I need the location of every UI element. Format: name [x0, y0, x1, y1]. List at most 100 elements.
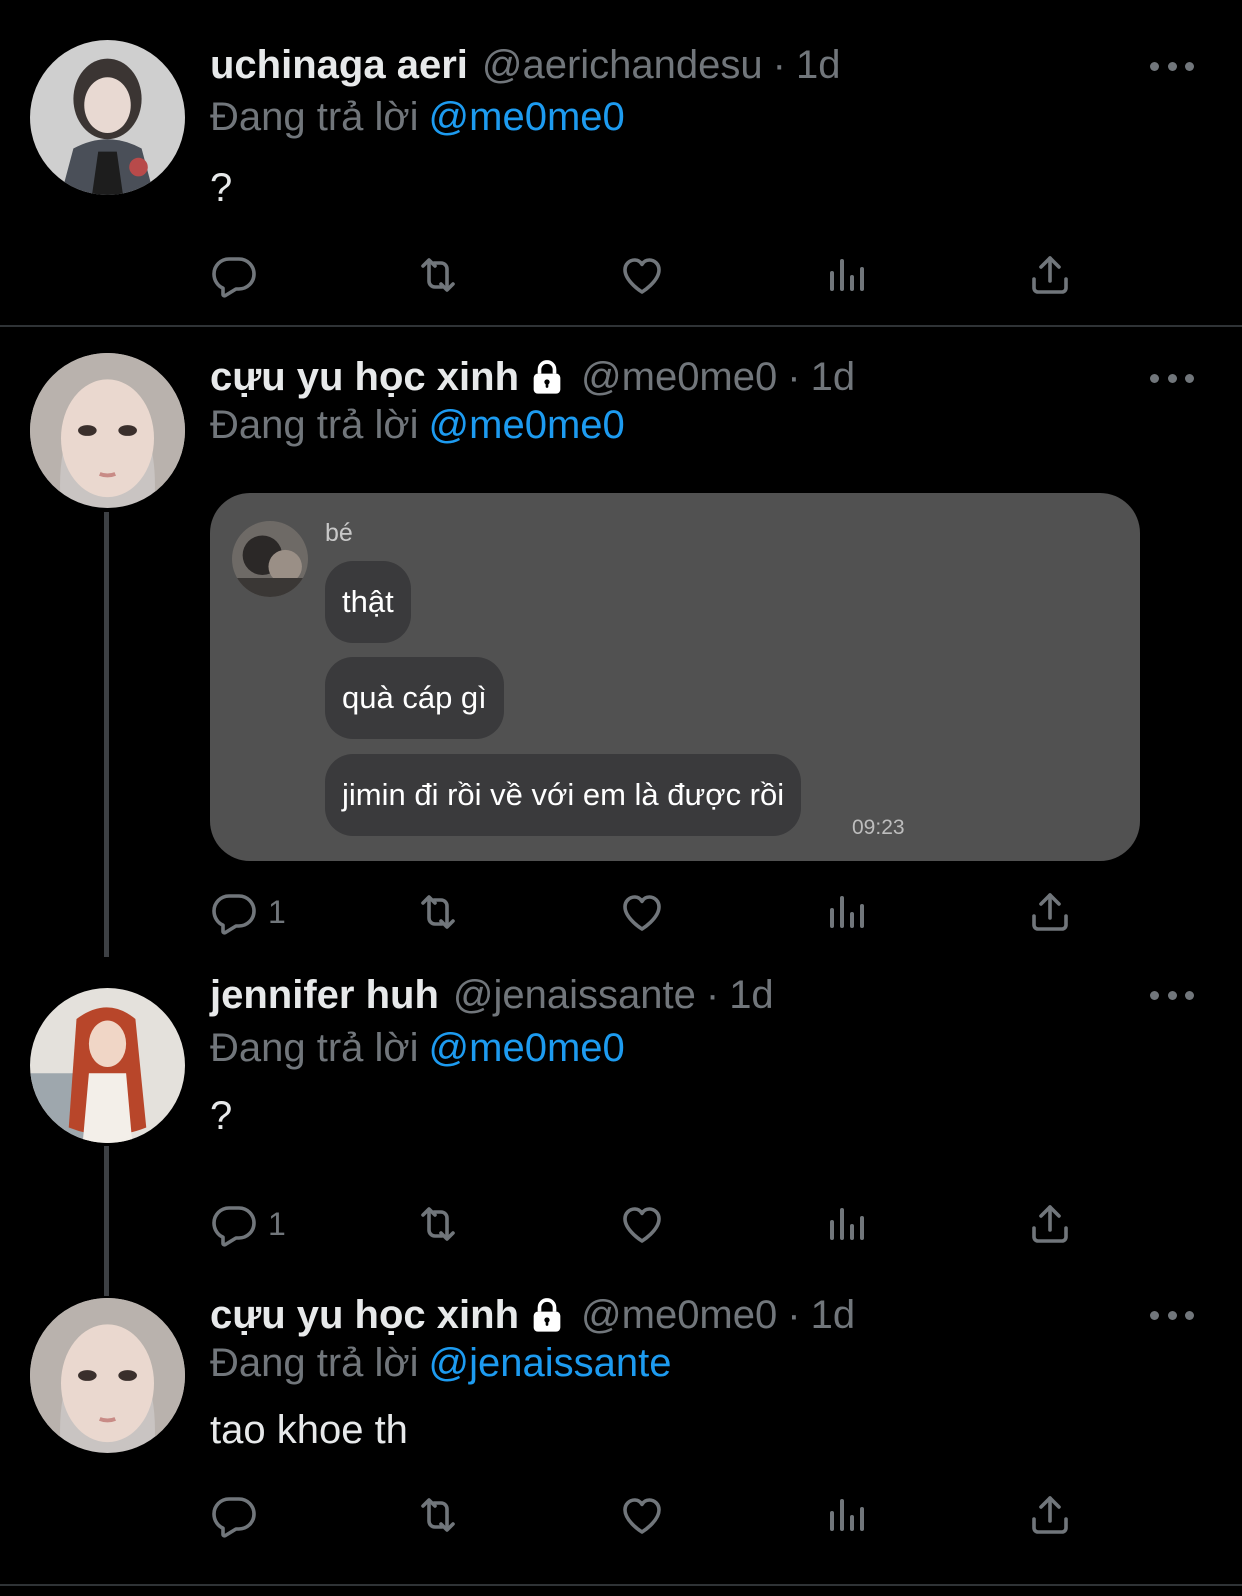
retweet-button[interactable]: [414, 1488, 462, 1542]
reply-context: Đang trả lời @me0me0: [210, 1023, 625, 1073]
analytics-icon: [822, 251, 870, 299]
media-image[interactable]: bé thật quà cáp gì jimin đi rồi về với e…: [210, 493, 1140, 861]
retweet-button[interactable]: [414, 248, 462, 302]
username[interactable]: @aerichandesu: [482, 40, 763, 90]
retweet-icon: [414, 888, 462, 936]
tweet[interactable]: uchinaga aeri @aerichandesu · 1d Đang tr…: [0, 0, 1242, 326]
reply-context: Đang trả lời @me0me0: [210, 400, 625, 450]
avatar[interactable]: [30, 353, 185, 508]
reply-context: Đang trả lời @jenaissante: [210, 1338, 672, 1388]
tweet-text: ?: [210, 166, 233, 210]
retweet-icon: [414, 251, 462, 299]
share-button[interactable]: [1026, 885, 1074, 939]
chat-timestamp: 09:23: [852, 816, 905, 839]
reply-icon: [210, 251, 258, 299]
action-bar: 1: [210, 885, 1090, 939]
timestamp[interactable]: 1d: [811, 352, 856, 402]
action-bar: [210, 248, 1090, 302]
analytics-icon: [822, 888, 870, 936]
views-button[interactable]: [822, 248, 870, 302]
thread-line: [104, 512, 109, 957]
avatar[interactable]: [30, 1298, 185, 1453]
share-icon: [1026, 1200, 1074, 1248]
chat-bubble: jimin đi rồi về với em là được rồi: [325, 754, 802, 836]
avatar[interactable]: [30, 988, 185, 1143]
display-name[interactable]: cựu yu học xinh: [210, 1290, 519, 1340]
separator-dot: ·: [772, 43, 786, 87]
heart-icon: [618, 1200, 666, 1248]
display-name[interactable]: jennifer huh: [210, 970, 439, 1020]
reply-icon: [210, 888, 258, 936]
avatar[interactable]: [30, 40, 185, 195]
share-icon: [1026, 888, 1074, 936]
lock-icon: [527, 357, 567, 397]
share-button[interactable]: [1026, 248, 1074, 302]
mention-link[interactable]: @me0me0: [429, 1026, 625, 1070]
divider: [0, 325, 1242, 327]
heart-icon: [618, 1491, 666, 1539]
separator-dot: ·: [787, 1293, 801, 1337]
reply-button[interactable]: [210, 248, 258, 302]
more-icon[interactable]: [1150, 368, 1194, 388]
chat-contact-name: bé: [325, 519, 353, 547]
retweet-button[interactable]: [414, 1197, 462, 1251]
tweet[interactable]: cựu yu học xinh @me0me0 · 1d Đang trả lờ…: [0, 1288, 1242, 1590]
views-button[interactable]: [822, 885, 870, 939]
like-button[interactable]: [618, 1197, 666, 1251]
retweet-icon: [414, 1491, 462, 1539]
timestamp[interactable]: 1d: [729, 970, 774, 1020]
reply-count: 1: [268, 1205, 286, 1242]
timestamp[interactable]: 1d: [811, 1290, 856, 1340]
reply-context: Đang trả lời @me0me0: [210, 92, 625, 142]
action-bar: [210, 1488, 1090, 1542]
share-icon: [1026, 251, 1074, 299]
reply-button[interactable]: 1: [210, 885, 286, 939]
reply-icon: [210, 1491, 258, 1539]
chat-bubble: quà cáp gì: [325, 657, 504, 739]
chat-avatar: [232, 521, 308, 597]
reply-button[interactable]: 1: [210, 1197, 286, 1251]
heart-icon: [618, 888, 666, 936]
tweet[interactable]: jennifer huh @jenaissante · 1d Đang trả …: [0, 948, 1242, 1296]
reply-prefix: Đang trả lời: [210, 1026, 419, 1070]
reply-count: 1: [268, 893, 286, 930]
thread-line: [104, 1146, 109, 1296]
like-button[interactable]: [618, 248, 666, 302]
more-icon[interactable]: [1150, 985, 1194, 1005]
mention-link[interactable]: @jenaissante: [429, 1341, 672, 1385]
retweet-button[interactable]: [414, 885, 462, 939]
analytics-icon: [822, 1200, 870, 1248]
reply-button[interactable]: [210, 1488, 258, 1542]
display-name[interactable]: cựu yu học xinh: [210, 352, 519, 402]
chat-bubble: thật: [325, 561, 411, 643]
reply-icon: [210, 1200, 258, 1248]
reply-prefix: Đang trả lời: [210, 1341, 419, 1385]
timestamp[interactable]: 1d: [796, 40, 841, 90]
share-button[interactable]: [1026, 1197, 1074, 1251]
views-button[interactable]: [822, 1488, 870, 1542]
action-bar: 1: [210, 1197, 1090, 1251]
username[interactable]: @me0me0: [581, 352, 777, 402]
separator-dot: ·: [705, 973, 720, 1017]
reply-prefix: Đang trả lời: [210, 403, 419, 447]
divider: [0, 1584, 1242, 1586]
retweet-icon: [414, 1200, 462, 1248]
mention-link[interactable]: @me0me0: [429, 403, 625, 447]
more-icon[interactable]: [1150, 1305, 1194, 1325]
username[interactable]: @jenaissante: [453, 970, 696, 1020]
more-icon[interactable]: [1150, 56, 1194, 76]
separator-dot: ·: [787, 355, 801, 399]
like-button[interactable]: [618, 885, 666, 939]
like-button[interactable]: [618, 1488, 666, 1542]
views-button[interactable]: [822, 1197, 870, 1251]
analytics-icon: [822, 1491, 870, 1539]
reply-prefix: Đang trả lời: [210, 95, 419, 139]
share-icon: [1026, 1491, 1074, 1539]
tweet-text: ?: [210, 1094, 233, 1138]
display-name[interactable]: uchinaga aeri: [210, 40, 468, 90]
tweet-text: tao khoe th: [210, 1408, 408, 1452]
mention-link[interactable]: @me0me0: [429, 95, 625, 139]
share-button[interactable]: [1026, 1488, 1074, 1542]
username[interactable]: @me0me0: [581, 1290, 777, 1340]
lock-icon: [527, 1295, 567, 1335]
